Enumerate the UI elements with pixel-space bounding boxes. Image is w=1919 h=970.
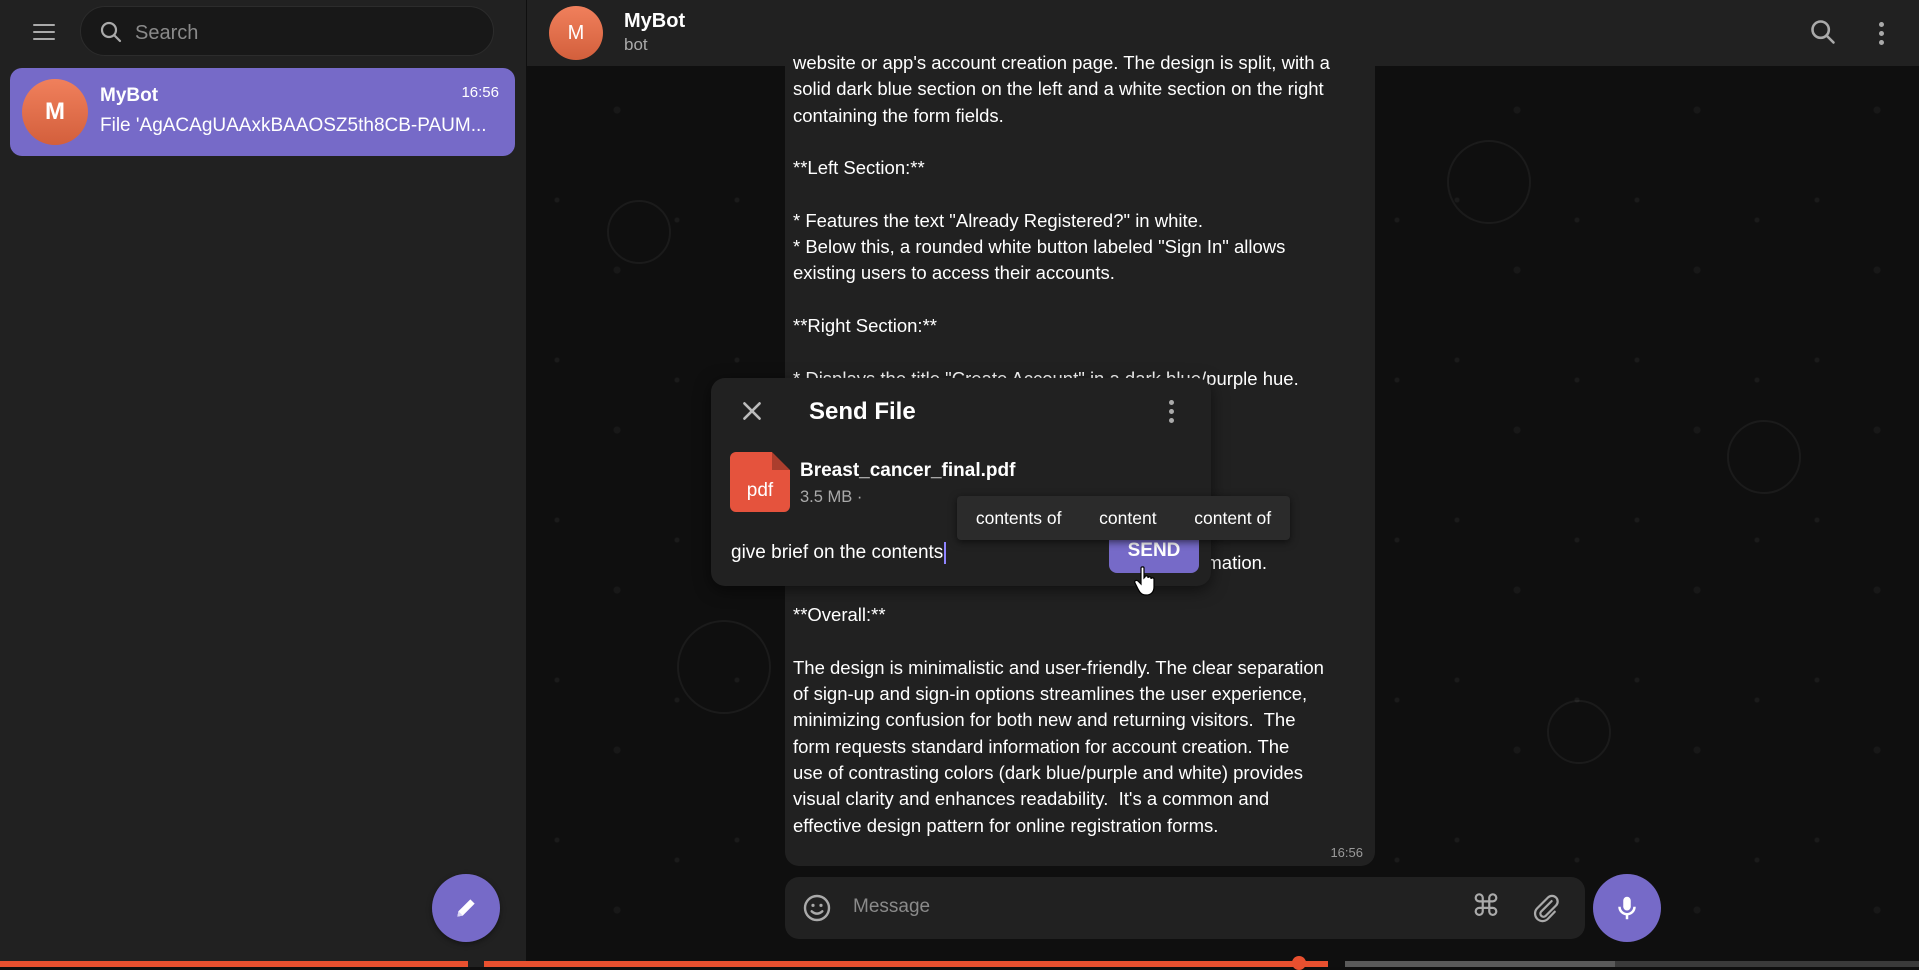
avatar: M: [22, 79, 88, 145]
caption-text: give brief on the contents: [731, 542, 944, 564]
paperclip-icon[interactable]: [1531, 893, 1561, 923]
search-placeholder: Search: [135, 22, 199, 44]
avatar: M: [549, 6, 603, 60]
pdf-icon-label: pdf: [746, 480, 774, 501]
progress-segment: [0, 961, 468, 967]
suggestion-item[interactable]: content of: [1190, 508, 1275, 529]
new-message-button[interactable]: [432, 874, 500, 942]
file-name: Breast_cancer_final.pdf: [800, 460, 1016, 481]
background-doodle: [677, 620, 771, 714]
message-time: 16:56: [1330, 845, 1363, 860]
pdf-file-icon: pdf: [730, 452, 790, 512]
more-vertical-icon[interactable]: [1871, 18, 1891, 48]
text-caret: [944, 542, 947, 564]
background-doodle: [1547, 700, 1611, 764]
search-icon: [100, 21, 122, 43]
command-icon[interactable]: ⌘: [1471, 891, 1501, 923]
more-vertical-icon[interactable]: [1161, 396, 1181, 426]
file-size: 3.5 MB ·: [800, 488, 863, 506]
page-fold: [772, 452, 790, 470]
dialog-title: Send File: [809, 398, 916, 425]
progress-segment: [1345, 961, 1615, 967]
sidebar: Search M MyBot 16:56 File 'AgACAgUAAxkBA…: [0, 0, 527, 967]
hand-cursor-icon: [1134, 566, 1155, 596]
message-input[interactable]: Message: [853, 896, 930, 918]
microphone-icon: [1618, 896, 1636, 920]
suggestion-item[interactable]: contents of: [972, 508, 1066, 529]
chat-preview: File 'AgACAgUAAxkBAAOSZ5th8CB-PAUM...: [100, 115, 487, 136]
search-icon[interactable]: [1809, 18, 1837, 46]
smile-icon[interactable]: [801, 892, 833, 924]
pencil-icon: [457, 899, 475, 917]
microphone-button[interactable]: [1593, 874, 1661, 942]
close-icon[interactable]: [739, 398, 765, 424]
chat-name: MyBot: [100, 85, 159, 106]
background-doodle: [607, 200, 671, 264]
chat-title: MyBot: [624, 10, 686, 32]
caption-input[interactable]: give brief on the contents: [731, 542, 947, 564]
autocomplete-suggestions: contents of content content of: [957, 496, 1290, 540]
suggestion-item[interactable]: content: [1095, 508, 1160, 529]
sidebar-header: Search: [0, 0, 526, 64]
message-composer: Message ⌘: [785, 877, 1585, 939]
search-input[interactable]: Search: [80, 6, 494, 56]
progress-handle[interactable]: [1292, 956, 1306, 970]
chat-status: bot: [624, 35, 648, 54]
chat-time: 16:56: [461, 84, 499, 101]
menu-icon[interactable]: [24, 16, 64, 48]
background-doodle: [1447, 140, 1531, 224]
progress-segment: [1615, 961, 1919, 967]
send-file-dialog: Send File pdf Breast_cancer_final.pdf 3.…: [711, 378, 1211, 586]
chat-list-item-mybot[interactable]: M MyBot 16:56 File 'AgACAgUAAxkBAAOSZ5th…: [10, 68, 515, 156]
telegram-app: Search M MyBot 16:56 File 'AgACAgUAAxkBA…: [0, 0, 1919, 970]
progress-segment: [484, 961, 1328, 967]
background-doodle: [1727, 420, 1801, 494]
